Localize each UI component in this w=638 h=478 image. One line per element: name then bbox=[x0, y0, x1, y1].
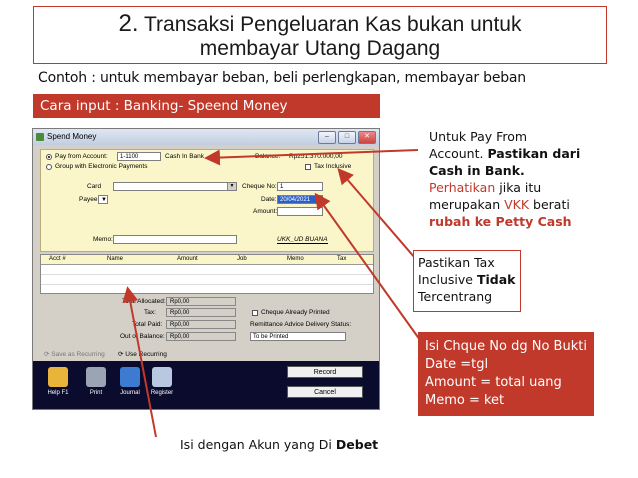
note-bold: Debet bbox=[335, 437, 379, 452]
note-red: VKK bbox=[504, 197, 530, 212]
note-red: Perhatikan bbox=[429, 180, 496, 195]
note-fill-instructions: Isi Chque No dg No Bukti Date =tgl Amoun… bbox=[418, 332, 594, 416]
note-line: Tercentrang bbox=[418, 289, 493, 304]
note-bold: Tidak bbox=[476, 272, 516, 287]
note-line: rubah ke Petty Cash bbox=[429, 213, 580, 230]
note-line: Perhatikan jika itu bbox=[429, 179, 580, 196]
note-bold: Cash in Bank. bbox=[429, 163, 525, 178]
note-text: berati bbox=[533, 197, 570, 212]
note-text: merupakan bbox=[429, 197, 501, 212]
note-red-bold: rubah ke Petty Cash bbox=[429, 214, 572, 229]
note-line: Cash in Bank. bbox=[429, 162, 580, 179]
note-text: Isi dengan Akun yang Di bbox=[180, 437, 332, 452]
note-text: jika itu bbox=[499, 180, 542, 195]
note-pay-from: Untuk Pay From Account. Pastikan dari Ca… bbox=[429, 128, 580, 230]
note-line: Untuk Pay From bbox=[429, 129, 528, 144]
note-line: Amount = total uang bbox=[425, 375, 562, 390]
note-debit-account: Isi dengan Akun yang Di Debet bbox=[180, 437, 378, 452]
arrow-cheque-fields bbox=[314, 192, 421, 341]
note-line: Memo = ket bbox=[425, 393, 505, 408]
note-line: Date =tgl bbox=[425, 357, 489, 372]
note-bold: Pastikan dari bbox=[487, 146, 581, 161]
note-line: Inclusive Tidak bbox=[418, 271, 516, 288]
note-line: Pastikan Tax bbox=[418, 255, 495, 270]
note-line: merupakan VKK berati bbox=[429, 196, 580, 213]
note-text: Inclusive bbox=[418, 272, 473, 287]
note-text: Account. bbox=[429, 146, 484, 161]
note-line: Isi Chque No dg No Bukti bbox=[425, 339, 587, 354]
note-line: Account. Pastikan dari bbox=[429, 145, 580, 162]
note-tax-inclusive: Pastikan Tax Inclusive Tidak Tercentrang bbox=[413, 250, 521, 312]
arrow-account-column bbox=[122, 286, 157, 438]
arrow-pay-from bbox=[204, 149, 419, 166]
